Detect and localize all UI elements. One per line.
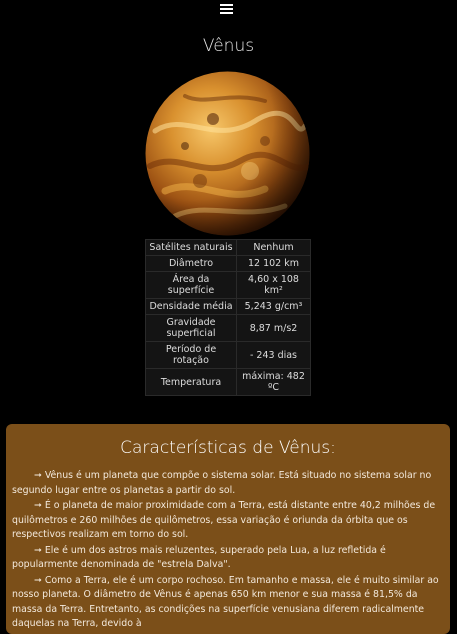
- arrow-bullet-icon: ➞: [34, 574, 42, 586]
- venus-image: [145, 71, 310, 236]
- info-label: Temperatura: [145, 368, 237, 396]
- paragraph-text: Vênus é um planeta que compõe o sistema …: [12, 470, 432, 496]
- arrow-bullet-icon: ➞: [34, 544, 42, 556]
- info-value: máxima: 482 ºC: [236, 368, 311, 396]
- hamburger-menu-icon[interactable]: [220, 4, 234, 15]
- info-label: Satélites naturais: [145, 239, 237, 256]
- characteristics-title: Características de Vênus:: [120, 438, 336, 458]
- info-value: 5,243 g/cm³: [236, 298, 311, 315]
- table-row: Diâmetro 12 102 km: [145, 255, 311, 272]
- info-label: Gravidade superficial: [145, 314, 237, 342]
- characteristic-paragraph: ➞ Ele é um dos astros mais reluzentes, s…: [12, 544, 444, 573]
- table-row: Densidade média 5,243 g/cm³: [145, 298, 311, 315]
- info-value: 4,60 x 108 km²: [236, 271, 311, 299]
- table-row: Temperatura máxima: 482 ºC: [145, 368, 311, 396]
- table-row: Gravidade superficial 8,87 m/s2: [145, 314, 311, 342]
- arrow-bullet-icon: ➞: [34, 470, 42, 481]
- info-value: Nenhum: [236, 239, 311, 256]
- characteristic-paragraph: ➞ Como a Terra, ele é um corpo rochoso. …: [12, 574, 444, 632]
- info-label: Área da superfície: [145, 271, 237, 299]
- table-row: Satélites naturais Nenhum: [145, 239, 311, 256]
- characteristic-paragraph: ➞ Vênus é um planeta que compõe o sistem…: [12, 469, 444, 498]
- info-value: 12 102 km: [236, 255, 311, 272]
- info-value: 8,87 m/s2: [236, 314, 311, 342]
- info-value: - 243 dias: [236, 341, 311, 369]
- planet-info-table: Satélites naturais Nenhum Diâmetro 12 102 k…: [145, 239, 311, 396]
- paragraph-text: Ele é um dos astros mais reluzentes, sup…: [12, 544, 386, 571]
- info-label: Diâmetro: [145, 255, 237, 272]
- characteristics-text: ➞ Vênus é um planeta que compõe o sistem…: [12, 469, 444, 633]
- info-label: Densidade média: [145, 298, 237, 315]
- arrow-bullet-icon: ➞: [34, 500, 42, 511]
- characteristic-paragraph: ➞ É o planeta de maior proximidade com a…: [12, 499, 444, 543]
- info-label: Período de rotação: [145, 341, 237, 369]
- page-title: Vênus: [202, 36, 255, 56]
- paragraph-text: É o planeta de maior proximidade com a T…: [12, 500, 436, 540]
- table-row: Área da superfície 4,60 x 108 km²: [145, 271, 311, 299]
- table-row: Período de rotação - 243 dias: [145, 341, 311, 369]
- characteristics-card: Características de Vênus: ➞ Vênus é um p…: [6, 424, 450, 634]
- top-bar: [0, 0, 457, 20]
